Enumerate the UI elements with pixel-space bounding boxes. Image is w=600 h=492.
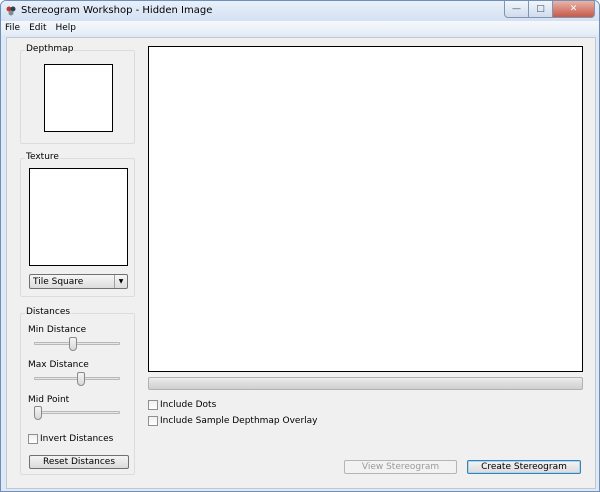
minimize-icon: —	[512, 4, 521, 14]
chevron-down-icon: ▼	[114, 275, 127, 288]
depthmap-preview[interactable]	[44, 64, 113, 132]
texture-preview[interactable]	[29, 168, 128, 266]
maximize-icon: □	[536, 4, 545, 14]
menu-file[interactable]: File	[5, 23, 20, 33]
max-distance-slider[interactable]	[76, 372, 85, 386]
invert-distances-checkbox[interactable]	[28, 434, 38, 444]
texture-group-label: Texture	[25, 152, 60, 162]
include-dots-checkbox[interactable]	[148, 400, 158, 410]
include-overlay-checkbox[interactable]	[148, 416, 158, 426]
window-controls: — □ ✕	[504, 1, 595, 19]
close-icon: ✕	[569, 4, 578, 14]
close-button[interactable]: ✕	[553, 1, 595, 18]
include-overlay-label: Include Sample Depthmap Overlay	[160, 416, 318, 426]
main-panel: Depthmap Texture Tile Square ▼ Distances…	[6, 37, 596, 489]
max-distance-label: Max Distance	[28, 360, 89, 370]
minimize-button[interactable]: —	[504, 1, 529, 18]
create-stereogram-button[interactable]: Create Stereogram	[467, 460, 581, 474]
progress-bar	[148, 377, 583, 390]
min-distance-label: Min Distance	[28, 325, 87, 335]
stereogram-canvas	[148, 46, 583, 372]
distances-group-label: Distances	[25, 307, 72, 317]
title-bar: Stereogram Workshop - Hidden Image — □ ✕	[1, 1, 599, 21]
mid-point-slider[interactable]	[34, 406, 42, 420]
maximize-button[interactable]: □	[529, 1, 553, 18]
view-stereogram-button[interactable]: View Stereogram	[344, 460, 457, 474]
window-title: Stereogram Workshop - Hidden Image	[21, 5, 213, 16]
include-dots-label: Include Dots	[160, 400, 217, 410]
invert-distances-label: Invert Distances	[40, 434, 114, 444]
distances-group	[20, 313, 135, 475]
mid-point-label: Mid Point	[28, 395, 70, 405]
texture-mode-select[interactable]: Tile Square ▼	[29, 274, 128, 289]
menu-bar: File Edit Help	[1, 21, 599, 35]
reset-distances-button[interactable]: Reset Distances	[29, 455, 129, 469]
menu-help[interactable]: Help	[56, 23, 77, 33]
app-window: Stereogram Workshop - Hidden Image — □ ✕…	[0, 0, 600, 492]
mid-point-track[interactable]	[34, 411, 120, 414]
depthmap-group-label: Depthmap	[25, 44, 75, 54]
min-distance-slider[interactable]	[69, 337, 78, 351]
app-icon	[6, 6, 16, 16]
texture-mode-value: Tile Square	[33, 277, 84, 287]
menu-edit[interactable]: Edit	[29, 23, 46, 33]
